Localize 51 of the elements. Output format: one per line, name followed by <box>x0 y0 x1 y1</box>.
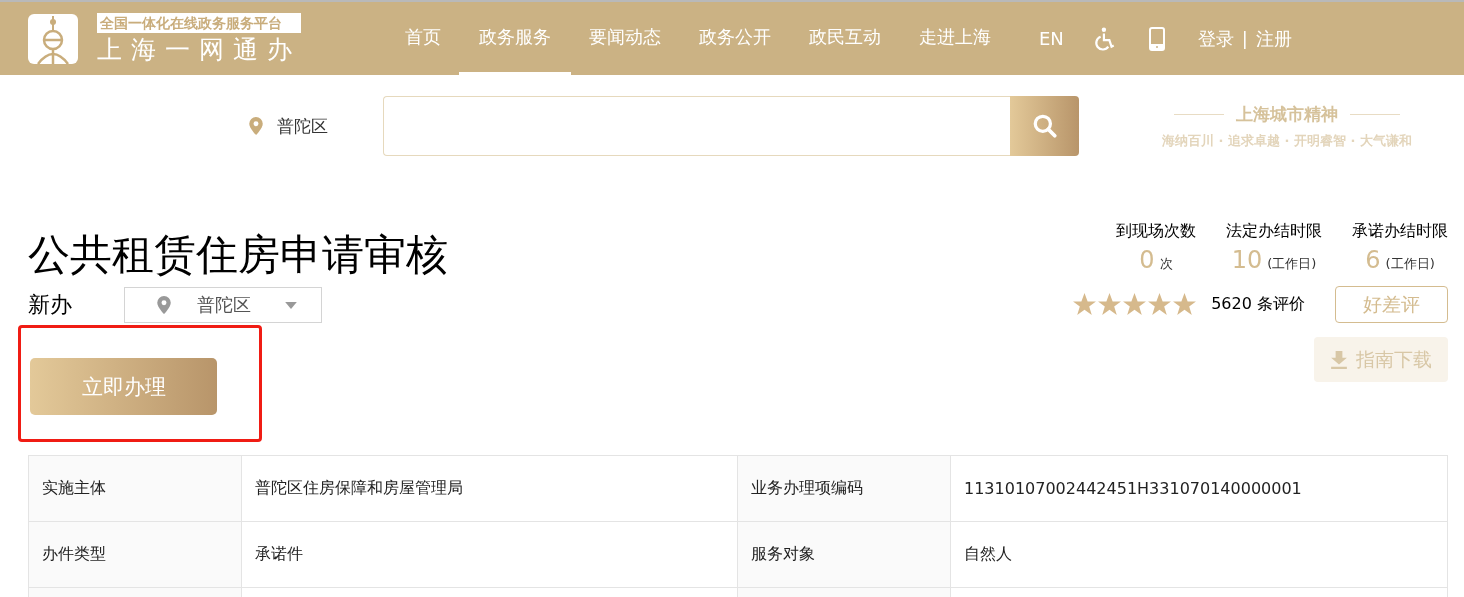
table-cell: 11310107002442451H331070140000001 <box>951 456 1448 522</box>
location-pin-icon <box>249 117 263 135</box>
star-icon <box>1147 292 1173 317</box>
stat-unit: (工作日) <box>1385 255 1435 273</box>
table-cell: 业务办理项编码 <box>738 456 951 522</box>
district-dropdown[interactable]: 普陀区 <box>124 287 322 323</box>
login-link[interactable]: 登录 <box>1197 26 1234 51</box>
nav-tab[interactable]: 走进上海 <box>899 2 1011 75</box>
table-cell: 自然人 <box>951 522 1448 588</box>
guide-download-button[interactable]: 指南下载 <box>1314 337 1448 382</box>
logo-title: 上海一网通办 <box>97 34 301 65</box>
search-icon <box>1031 113 1058 139</box>
stat-label: 承诺办结时限 <box>1352 221 1448 242</box>
stat-value: 0 <box>1139 246 1155 274</box>
stat-value: 10 <box>1231 246 1263 274</box>
nav-tab[interactable]: 政务公开 <box>679 2 791 75</box>
star-icon <box>1072 292 1098 317</box>
service-type: 新办 <box>28 291 73 319</box>
register-link[interactable]: 注册 <box>1255 26 1292 51</box>
table-cell: 服务对象 <box>738 522 951 588</box>
nav-tab[interactable]: 要闻动态 <box>569 2 681 75</box>
stat-unit: (工作日) <box>1267 255 1317 273</box>
table-cell: 办件类型 <box>29 522 242 588</box>
nav-tab[interactable]: 政务服务 <box>459 2 571 75</box>
search-field[interactable] <box>383 96 1010 156</box>
star-icon <box>1172 292 1198 317</box>
stat-label: 到现场次数 <box>1116 221 1196 242</box>
table-cell: 实施主体 <box>29 456 242 522</box>
apply-now-button[interactable]: 立即办理 <box>30 358 217 415</box>
search-button[interactable] <box>1010 96 1079 156</box>
stat-unit: 次 <box>1159 255 1173 273</box>
slogan-motto: 海纳百川 · 追求卓越 · 开明睿智 · 大气谦和 <box>1162 131 1412 150</box>
star-icon <box>1122 292 1148 317</box>
caret-icon <box>285 301 297 309</box>
stat-value: 6 <box>1365 246 1381 274</box>
review-count: 5620 条评价 <box>1211 294 1305 315</box>
slogan-title: 上海城市精神 <box>1236 102 1338 126</box>
review-button[interactable]: 好差评 <box>1335 286 1448 323</box>
stat-label: 法定办结时限 <box>1226 221 1322 242</box>
service-title: 公共租赁住房申请审核 <box>28 229 448 281</box>
location-pin-icon <box>157 296 171 314</box>
nav-tab[interactable]: 政民互动 <box>789 2 901 75</box>
download-icon <box>1330 350 1348 369</box>
location-label[interactable]: 普陀区 <box>277 114 328 138</box>
accessibility-icon[interactable] <box>1093 26 1116 51</box>
separator: | <box>1241 28 1248 49</box>
language-link[interactable]: EN <box>1039 28 1064 49</box>
nav-tab[interactable]: 首页 <box>385 2 461 75</box>
logo-icon <box>28 12 78 65</box>
logo-tagline: 全国一体化在线政务服务平台 <box>97 12 301 33</box>
star-icon <box>1097 292 1123 317</box>
